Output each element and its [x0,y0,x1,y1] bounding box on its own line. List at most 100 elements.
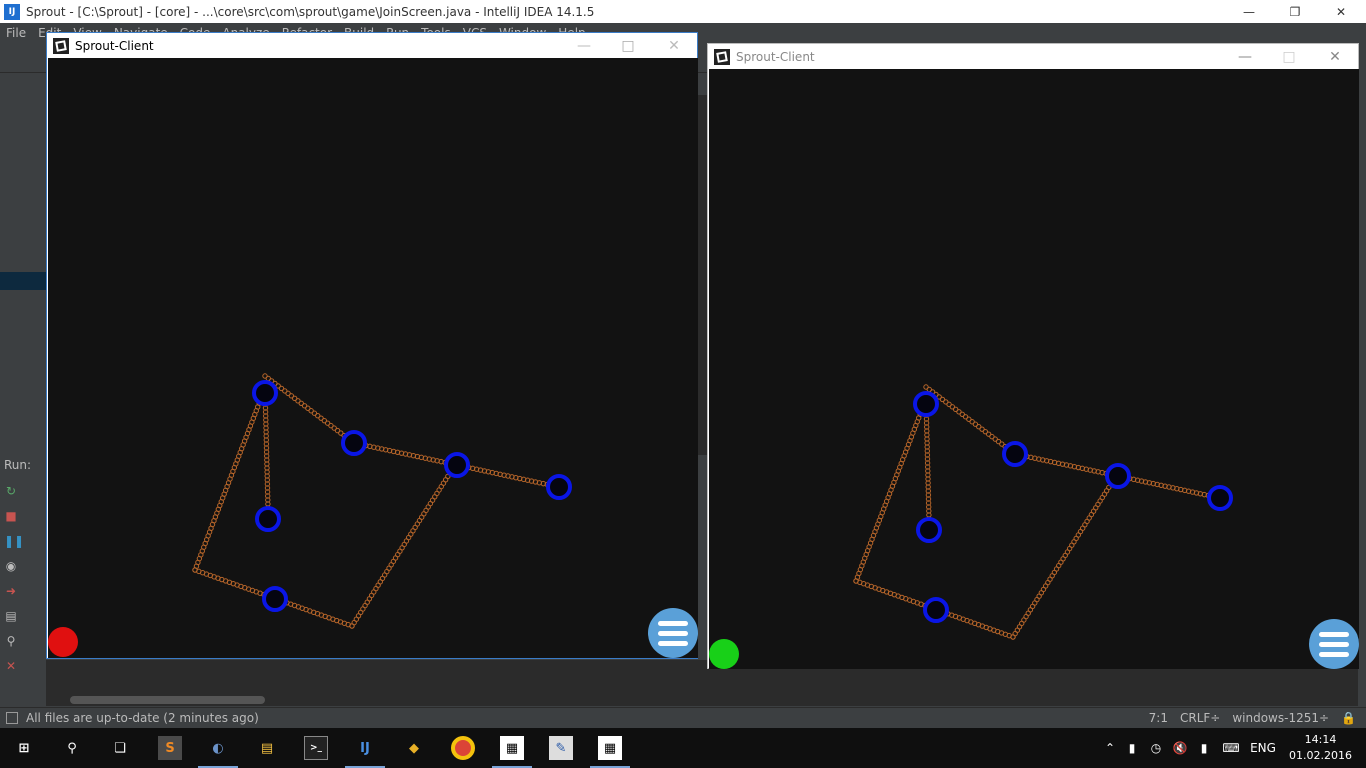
run-toolbar: ↻ ■ ❚❚ ◉ ➜ ▤ ⚲ ✕ [4,484,24,684]
intellij-icon: IJ [360,740,370,756]
menu-button[interactable] [648,608,698,658]
git-icon: ◆ [409,740,419,756]
taskbar-app-chrome[interactable] [439,728,487,768]
graph-node [546,474,572,500]
search-button[interactable]: ⚲ [48,728,96,768]
battery-icon[interactable]: ▮ [1120,741,1144,755]
taskbar-app-terminal[interactable]: >_ [292,728,340,768]
run-panel-label: Run: [4,458,32,472]
lock-icon[interactable]: 🔒 [1341,711,1356,725]
status-toggle-icon[interactable] [6,712,18,724]
clock-time: 14:14 [1304,733,1337,746]
hamburger-bar [1319,651,1349,657]
game-graph[interactable] [48,58,698,658]
camera-icon[interactable]: ◉ [4,559,18,573]
maximize-icon[interactable]: □ [1266,44,1312,69]
status-message: All files are up-to-date (2 minutes ago) [26,711,259,725]
right-tool-strip [1358,68,1366,708]
keyboard-icon[interactable]: ⌨ [1216,741,1246,755]
window-title-bar[interactable]: Sprout-Client — □ ✕ [708,44,1358,69]
restore-icon[interactable]: ❐ [1272,0,1318,23]
taskbar-app-postgres[interactable]: ◐ [194,728,242,768]
hamburger-bar [658,630,688,636]
file-encoding[interactable]: windows-1251÷ [1232,711,1329,725]
caret-position[interactable]: 7:1 [1149,711,1168,725]
sublime-icon: S [158,736,182,760]
window-title: Sprout-Client [75,38,154,53]
pause-icon[interactable]: ❚❚ [4,534,24,548]
taskbar-app-sprout-client[interactable]: ▦ [488,728,536,768]
minimize-icon[interactable]: — [561,33,607,58]
menu-item-file[interactable]: File [6,26,26,40]
minimize-icon[interactable]: — [1222,44,1268,69]
minimize-icon[interactable]: — [1226,0,1272,23]
exit-icon[interactable]: ➜ [4,584,18,598]
project-tab[interactable] [0,73,46,95]
task-view-button[interactable]: ❏ [96,728,144,768]
graph-node [1105,463,1131,489]
hamburger-bar [1319,631,1349,637]
ide-window-title: Sprout - [C:\Sprout] - [core] - ...\core… [26,4,595,19]
taskbar-app-intellij[interactable]: IJ [341,728,389,768]
ide-title-bar: IJ Sprout - [C:\Sprout] - [core] - ...\c… [0,0,1366,23]
maximize-icon[interactable]: □ [605,33,651,58]
notifications-icon[interactable]: ▮ [1192,741,1216,755]
board-background [709,69,1359,669]
postgres-icon: ◐ [212,740,224,756]
project-tree-selection[interactable] [0,272,46,290]
close-run-icon[interactable]: ✕ [4,659,18,673]
graph-node [913,391,939,417]
graph-node [444,452,470,478]
paint-icon: ✎ [549,736,573,760]
board-background [48,58,698,658]
intellij-logo-icon: IJ [4,3,20,20]
task-view-icon: ❏ [114,740,126,756]
graph-node [923,597,949,623]
start-button[interactable]: ⊞ [0,728,48,768]
hamburger-bar [658,620,688,626]
rerun-icon[interactable]: ↻ [4,484,18,498]
game-board[interactable] [709,69,1359,669]
pin-icon[interactable]: ⚲ [4,634,18,648]
line-separator[interactable]: CRLF÷ [1180,711,1220,725]
chrome-icon [451,736,475,760]
hamburger-bar [658,640,688,646]
graph-node [1002,441,1028,467]
taskbar-app-sublime[interactable]: S [146,728,194,768]
wifi-icon[interactable]: ◷ [1144,741,1168,755]
sprout-client-icon: ▦ [598,736,622,760]
system-tray: ⌃ ▮ ◷ 🔇 ▮ ⌨ ENG [1100,728,1280,768]
clock[interactable]: 14:14 01.02.2016 [1289,732,1352,764]
game-board[interactable] [48,58,698,658]
start-icon: ⊞ [18,740,30,756]
taskbar-app-explorer[interactable]: ▤ [243,728,291,768]
taskbar-app-git[interactable]: ◆ [390,728,438,768]
sprout-client-window-1: Sprout-Client — □ ✕ [46,32,698,659]
window-title-bar[interactable]: Sprout-Client — □ ✕ [47,33,697,58]
game-graph[interactable] [709,69,1359,669]
horizontal-scrollbar[interactable] [70,696,265,704]
search-icon: ⚲ [67,740,77,756]
language-indicator[interactable]: ENG [1246,741,1280,755]
clock-date: 01.02.2016 [1289,749,1352,762]
close-icon[interactable]: ✕ [1318,0,1364,23]
graph-node [262,586,288,612]
layout-icon[interactable]: ▤ [4,609,18,623]
menu-button[interactable] [1309,619,1359,669]
graph-node [255,506,281,532]
app-icon [714,48,730,65]
ide-status-bar: All files are up-to-date (2 minutes ago)… [0,707,1366,728]
close-icon[interactable]: ✕ [1312,44,1358,69]
turn-indicator [709,639,739,669]
sprout-client-icon: ▦ [500,736,524,760]
close-icon[interactable]: ✕ [651,33,697,58]
stop-icon[interactable]: ■ [4,509,18,523]
taskbar-app-paint[interactable]: ✎ [537,728,585,768]
file-explorer-icon: ▤ [260,740,274,756]
volume-muted-icon[interactable]: 🔇 [1168,741,1192,755]
graph-node [252,380,278,406]
chevron-up-icon[interactable]: ⌃ [1100,741,1120,755]
windows-taskbar: ⊞ ⚲ ❏ S ◐ ▤ >_ IJ ◆ ▦ ✎ ▦ ⌃ ▮ ◷ 🔇 ▮ ⌨ EN… [0,728,1366,768]
taskbar-app-sprout-client-2[interactable]: ▦ [586,728,634,768]
graph-node [916,517,942,543]
